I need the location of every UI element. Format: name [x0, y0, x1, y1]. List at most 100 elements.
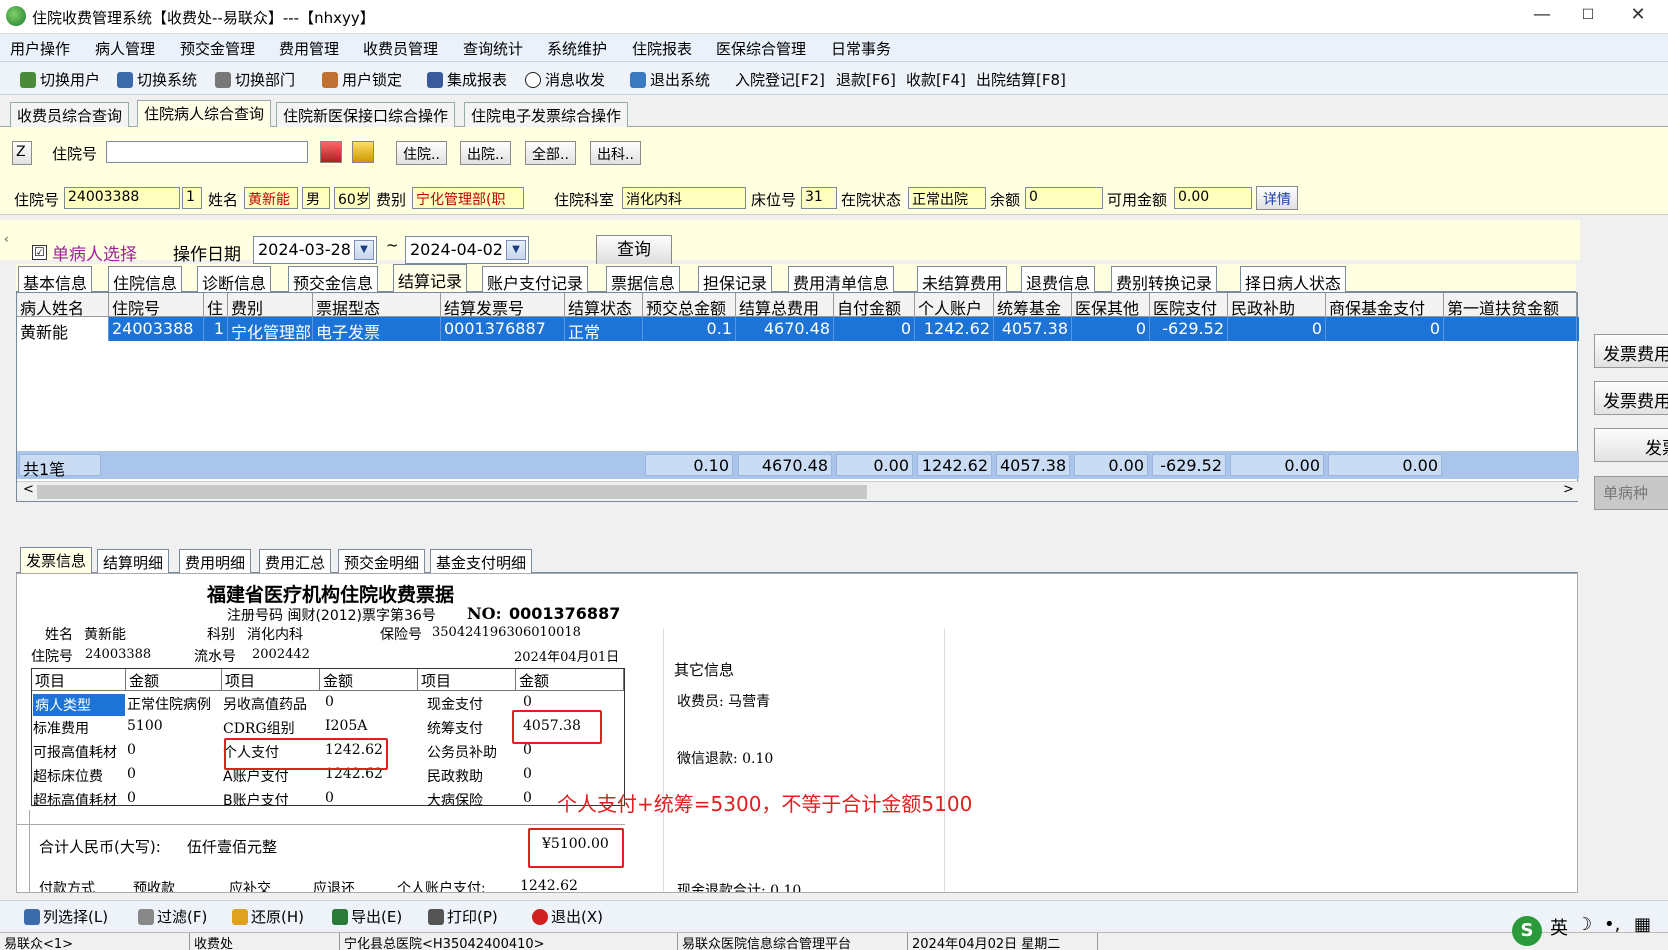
all-filter-button[interactable]: 全部.. — [525, 141, 576, 165]
inpatient-filter-button[interactable]: 住院.. — [396, 141, 447, 165]
refund-button[interactable]: 退款[F6] — [836, 69, 896, 90]
minimize-button[interactable]: — — [1520, 2, 1564, 30]
ime-moon-icon[interactable]: ☽ — [1576, 914, 1592, 935]
scroll-left-icon[interactable]: < — [23, 482, 34, 497]
print-button[interactable]: 打印(P) — [428, 906, 498, 927]
discharge-settle-button[interactable]: 出院结算[F8] — [976, 69, 1066, 90]
tab-fee-category-change[interactable]: 费别转换记录 — [1111, 266, 1218, 293]
tab-prepay[interactable]: 预交金信息 — [288, 266, 379, 293]
tab-inpatient-query[interactable]: 住院病人综合查询 — [137, 100, 272, 128]
sex-field[interactable]: 男 — [302, 187, 330, 209]
message-button[interactable]: 消息收发 — [525, 69, 605, 90]
report-button[interactable]: 集成报表 — [427, 69, 507, 90]
collapse-icon[interactable]: ‹ — [4, 232, 9, 246]
avail-field[interactable]: 0.00 — [1174, 187, 1252, 209]
tab-invoice-info[interactable]: 票据信息 — [606, 266, 681, 293]
ime-lang[interactable]: 英 — [1550, 914, 1568, 940]
col-commercial-ins[interactable]: 商保基金支付 — [1326, 293, 1444, 317]
name-field[interactable]: 黄新能 — [244, 187, 298, 209]
out-dept-filter-button[interactable]: 出科.. — [590, 141, 641, 165]
single-disease-button[interactable]: 单病种 — [1594, 476, 1668, 510]
age-field[interactable]: 60岁 — [334, 187, 370, 209]
tab-fee-detail[interactable]: 费用明细 — [179, 549, 252, 573]
col-self-pay[interactable]: 自付金额 — [834, 293, 915, 317]
chevron-down-icon[interactable]: ▼ — [506, 240, 526, 260]
zyh-search-input[interactable] — [106, 141, 308, 163]
export-button[interactable]: 导出(E) — [332, 906, 402, 927]
bed-field[interactable]: 31 — [801, 187, 837, 209]
tab-account-payments[interactable]: 账户支付记录 — [482, 266, 589, 293]
tab-cashier-query[interactable]: 收费员综合查询 — [10, 102, 130, 127]
horizontal-scrollbar[interactable]: < > — [17, 481, 1579, 501]
col-times[interactable]: 住 — [204, 293, 228, 317]
single-patient-checkbox[interactable]: ☑ — [32, 245, 47, 260]
col-personal-account[interactable]: 个人账户 — [915, 293, 994, 317]
menu-fee[interactable]: 费用管理 — [279, 38, 339, 59]
dept-field[interactable]: 消化内科 — [622, 187, 746, 209]
invoice-button[interactable]: 发票 — [1594, 428, 1668, 462]
col-ins-other[interactable]: 医保其他 — [1072, 293, 1150, 317]
col-invoice-type[interactable]: 票据型态 — [313, 293, 441, 317]
collect-button[interactable]: 收款[F4] — [906, 69, 966, 90]
filter-button[interactable]: 过滤(F) — [138, 906, 207, 927]
restore-button[interactable]: 还原(H) — [232, 906, 304, 927]
detail-button[interactable]: 详情 — [1256, 186, 1298, 210]
z-button[interactable]: Z — [12, 141, 32, 165]
tab-fund-detail[interactable]: 基金支付明细 — [430, 549, 533, 573]
menu-prepay[interactable]: 预交金管理 — [180, 38, 255, 59]
balance-field[interactable]: 0 — [1025, 187, 1103, 209]
times-field[interactable]: 1 — [182, 187, 202, 209]
discharged-filter-button[interactable]: 出院.. — [460, 141, 511, 165]
menu-insurance[interactable]: 医保综合管理 — [716, 38, 806, 59]
menu-system[interactable]: 系统维护 — [547, 38, 607, 59]
col-civil-aid[interactable]: 民政补助 — [1228, 293, 1326, 317]
scrollbar-thumb[interactable] — [37, 485, 867, 499]
close-button[interactable]: ✕ — [1616, 2, 1660, 30]
switch-dept-button[interactable]: 切换部门 — [215, 69, 295, 90]
tab-prepay-detail[interactable]: 预交金明细 — [338, 549, 426, 573]
tab-fee-summary[interactable]: 费用汇总 — [259, 549, 332, 573]
tab-scheduled-status[interactable]: 择日病人状态 — [1240, 266, 1347, 293]
ime-punct-icon[interactable]: •, — [1604, 914, 1620, 935]
status-field[interactable]: 正常出院 — [908, 187, 986, 209]
table-row[interactable]: 黄新能 24003388 1 宁化管理部 电子发票 0001376887 正常 … — [17, 317, 1579, 341]
ime-logo-icon[interactable]: S — [1512, 916, 1542, 946]
tab-admission-info[interactable]: 住院信息 — [108, 266, 183, 293]
menu-reports[interactable]: 住院报表 — [632, 38, 692, 59]
invoice-fee-button-2[interactable]: 发票费用 — [1594, 381, 1668, 415]
exit-system-button[interactable]: 退出系统 — [630, 69, 710, 90]
menu-daily[interactable]: 日常事务 — [831, 38, 891, 59]
date-from-picker[interactable]: 2024-03-28 ▼ — [253, 236, 377, 264]
date-to-picker[interactable]: 2024-04-02 ▼ — [405, 236, 529, 264]
column-select-button[interactable]: 列选择(L) — [24, 906, 108, 927]
col-total-fee[interactable]: 结算总费用 — [736, 293, 834, 317]
clear-icon[interactable] — [352, 141, 374, 163]
tab-e-invoice[interactable]: 住院电子发票综合操作 — [464, 102, 629, 127]
admission-button[interactable]: 入院登记[F2] — [735, 69, 825, 90]
tab-refunds[interactable]: 退费信息 — [1021, 266, 1096, 293]
menu-patient[interactable]: 病人管理 — [95, 38, 155, 59]
tab-invoice-detail[interactable]: 发票信息 — [20, 547, 93, 574]
col-zyh[interactable]: 住院号 — [109, 293, 204, 317]
tab-settlement-records[interactable]: 结算记录 — [393, 264, 468, 293]
invoice-fee-button-1[interactable]: 发票费用 — [1594, 334, 1668, 368]
col-prepay-total[interactable]: 预交总金额 — [643, 293, 736, 317]
tab-basic-info[interactable]: 基本信息 — [18, 266, 93, 293]
query-button[interactable]: 查询 — [596, 235, 672, 265]
menu-query-stats[interactable]: 查询统计 — [463, 38, 523, 59]
switch-user-button[interactable]: 切换用户 — [20, 69, 100, 90]
menu-cashier[interactable]: 收费员管理 — [363, 38, 438, 59]
col-name[interactable]: 病人姓名 — [17, 293, 109, 317]
ime-grid-icon[interactable]: ▦ — [1634, 914, 1651, 935]
tab-settle-detail[interactable]: 结算明细 — [97, 549, 170, 573]
zyh-field[interactable]: 24003388 — [64, 187, 180, 209]
lock-user-button[interactable]: 用户锁定 — [322, 69, 402, 90]
tab-new-insurance[interactable]: 住院新医保接口综合操作 — [276, 102, 456, 127]
chevron-down-icon[interactable]: ▼ — [354, 240, 374, 260]
card-reader-icon[interactable] — [320, 141, 342, 163]
col-fb[interactable]: 费别 — [228, 293, 313, 317]
tab-diagnosis[interactable]: 诊断信息 — [197, 266, 272, 293]
col-hospital-pay[interactable]: 医院支付 — [1150, 293, 1228, 317]
col-invoice-no[interactable]: 结算发票号 — [441, 293, 565, 317]
col-status[interactable]: 结算状态 — [565, 293, 643, 317]
